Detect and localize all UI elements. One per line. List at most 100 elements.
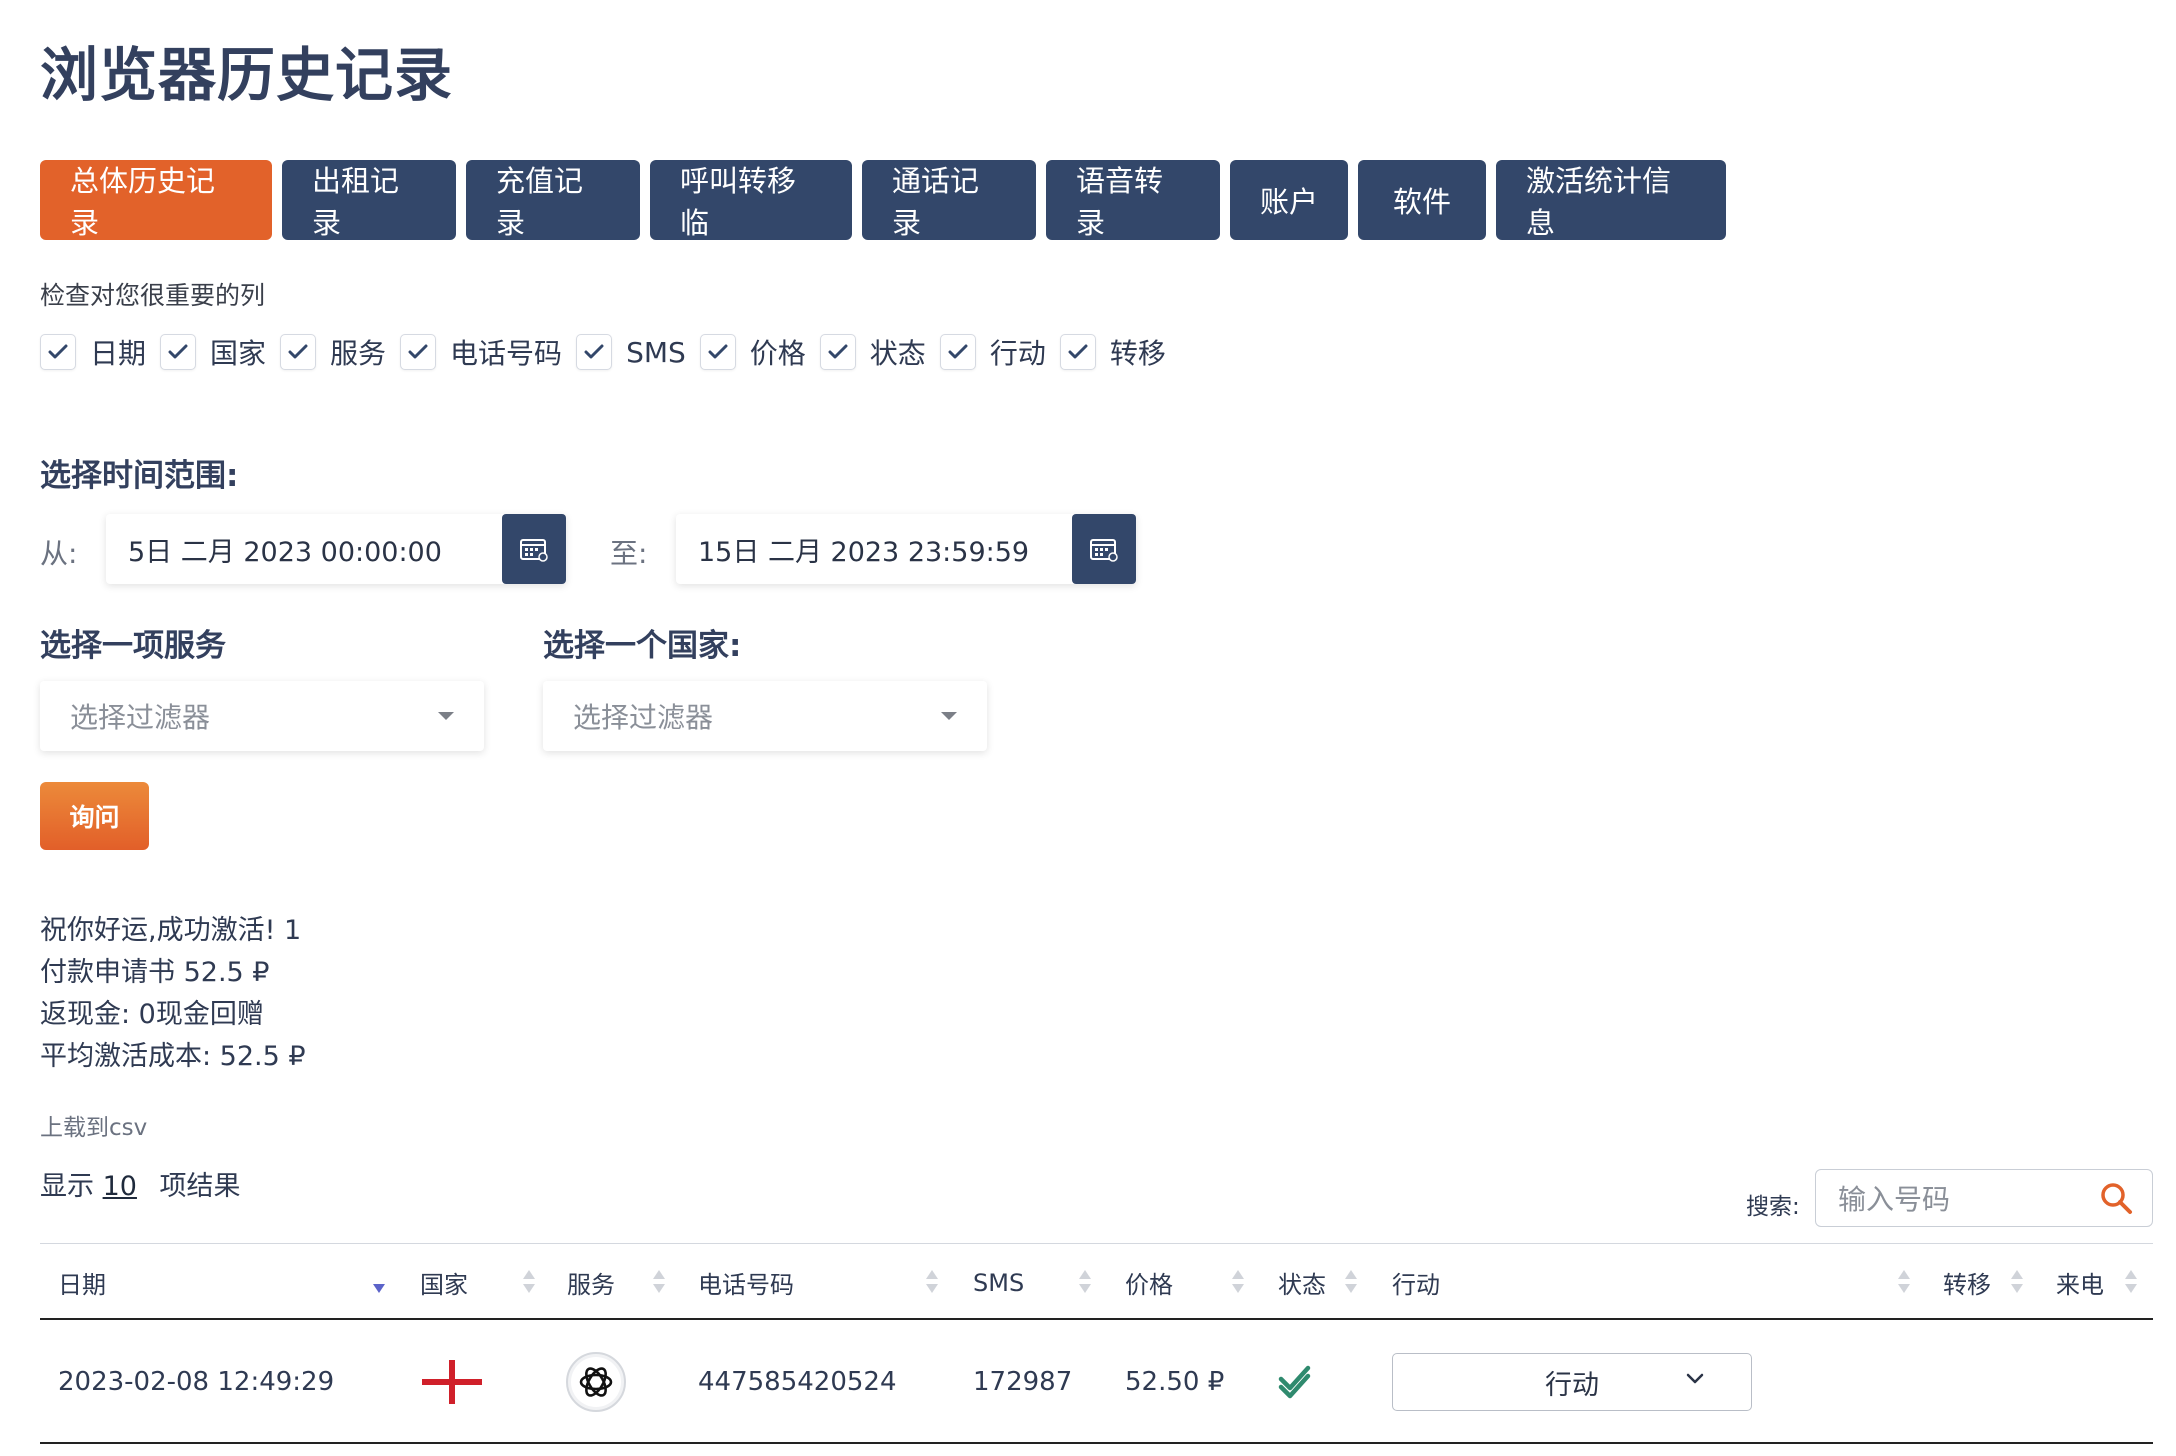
time-range-title: 选择时间范围: (40, 458, 239, 494)
check-label: SMS (626, 335, 686, 369)
tab-overall-history[interactable]: 总体历史记录 (40, 160, 272, 240)
from-label: 从: (40, 537, 78, 570)
sort-icon[interactable] (2010, 1266, 2024, 1298)
from-date-value[interactable]: 5日 二月 2023 00:00:00 (106, 530, 502, 569)
checkbox[interactable] (280, 334, 317, 370)
caret-down-icon (438, 712, 454, 720)
show-label: 显示 (40, 1171, 94, 1202)
header-country[interactable]: 国家 (420, 1244, 468, 1321)
page-size: 显示 10 项结果 (40, 1164, 241, 1203)
check-icon (168, 344, 188, 359)
column-checkboxes: 日期 国家 服务 电话号码 SMS 价格 状态 行动 转移 (40, 332, 1180, 372)
check-icon (408, 344, 428, 359)
summary-average-cost: 平均激活成本: 52.5 ₽ (40, 1041, 306, 1072)
service-select-placeholder: 选择过滤器 (70, 701, 211, 734)
sort-icon[interactable] (1231, 1266, 1245, 1298)
tab-account[interactable]: 账户 (1230, 160, 1348, 240)
tab-call-forwarding[interactable]: 呼叫转移临 (650, 160, 852, 240)
sort-desc-active-icon[interactable] (372, 1266, 386, 1298)
show-suffix: 项结果 (159, 1171, 241, 1202)
columns-note: 检查对您很重要的列 (40, 281, 266, 310)
sort-icon[interactable] (1078, 1266, 1092, 1298)
check-icon (708, 344, 728, 359)
checkbox[interactable] (576, 334, 613, 370)
summary-success: 祝你好运,成功激活! 1 (40, 915, 302, 946)
check-label: 价格 (749, 337, 806, 370)
sort-icon[interactable] (925, 1266, 939, 1298)
tab-activation-stats[interactable]: 激活统计信息 (1496, 160, 1726, 240)
table-row: 2023-02-08 12:49:29 447585420524 172987 … (40, 1320, 2153, 1444)
check-label: 日期 (90, 337, 147, 370)
red-cross-flag-icon (422, 1360, 482, 1404)
tab-voice-transcription[interactable]: 语音转录 (1046, 160, 1220, 240)
to-date-field[interactable]: 15日 二月 2023 23:59:59 (676, 514, 1136, 584)
sort-icon[interactable] (522, 1266, 536, 1298)
page-size-select[interactable]: 10 (103, 1171, 137, 1202)
search-input[interactable]: 输入号码 (1815, 1169, 2153, 1227)
check-price[interactable]: 价格 (699, 332, 806, 372)
cell-action: 行动 (1392, 1320, 1752, 1444)
checkbox[interactable] (819, 334, 856, 370)
service-select[interactable]: 选择过滤器 (40, 681, 484, 751)
checkbox[interactable] (939, 334, 976, 370)
cell-phone: 447585420524 (698, 1367, 897, 1397)
header-transfer[interactable]: 转移 (1943, 1244, 1991, 1321)
history-table: 日期 国家 服务 电话号码 SMS 价格 状态 行动 转移 来电 2023-02… (40, 1243, 2153, 1444)
table-header: 日期 国家 服务 电话号码 SMS 价格 状态 行动 转移 来电 (40, 1243, 2153, 1320)
check-transfer[interactable]: 转移 (1059, 332, 1166, 372)
check-label: 行动 (989, 337, 1046, 370)
check-sms[interactable]: SMS (576, 334, 686, 370)
caret-down-icon (941, 712, 957, 720)
check-country[interactable]: 国家 (160, 332, 266, 372)
checkbox[interactable] (1059, 334, 1096, 370)
to-date-value[interactable]: 15日 二月 2023 23:59:59 (676, 530, 1072, 569)
checkbox[interactable] (40, 334, 76, 370)
check-status[interactable]: 状态 (819, 332, 926, 372)
header-sms[interactable]: SMS (973, 1244, 1024, 1321)
check-date[interactable]: 日期 (40, 332, 146, 372)
query-button[interactable]: 询问 (40, 782, 149, 850)
cell-status (1278, 1320, 1314, 1444)
from-calendar-button[interactable] (502, 514, 566, 584)
search-icon[interactable] (2098, 1180, 2134, 1216)
check-icon (288, 344, 308, 359)
cell-price: 52.50 ₽ (1125, 1367, 1225, 1397)
summary-payment: 付款申请书 52.5 ₽ (40, 957, 270, 988)
sort-icon[interactable] (1897, 1266, 1911, 1298)
service-filter-title: 选择一项服务 (40, 628, 226, 664)
tab-rental-records[interactable]: 出租记录 (282, 160, 456, 240)
check-label: 状态 (869, 337, 926, 370)
header-phone[interactable]: 电话号码 (698, 1244, 794, 1321)
check-action[interactable]: 行动 (939, 332, 1046, 372)
tab-software[interactable]: 软件 (1358, 160, 1486, 240)
sort-icon[interactable] (2124, 1266, 2138, 1298)
sort-icon[interactable] (652, 1266, 666, 1298)
country-select-placeholder: 选择过滤器 (573, 701, 714, 734)
tab-recharge-records[interactable]: 充值记录 (466, 160, 640, 240)
cell-date: 2023-02-08 12:49:29 (58, 1367, 335, 1397)
check-label: 转移 (1109, 337, 1166, 370)
check-label: 国家 (210, 337, 267, 370)
check-label: 电话号码 (450, 337, 563, 370)
to-calendar-button[interactable] (1072, 514, 1136, 584)
header-price[interactable]: 价格 (1125, 1244, 1173, 1321)
from-date-field[interactable]: 5日 二月 2023 00:00:00 (106, 514, 566, 584)
check-phone[interactable]: 电话号码 (400, 332, 562, 372)
to-label: 至: (610, 537, 648, 570)
upload-csv-link[interactable]: 上载到csv (40, 1108, 147, 1142)
header-status[interactable]: 状态 (1278, 1244, 1326, 1321)
action-select[interactable]: 行动 (1392, 1353, 1752, 1411)
header-action[interactable]: 行动 (1392, 1244, 1440, 1321)
tab-call-records[interactable]: 通话记录 (862, 160, 1036, 240)
check-icon (948, 344, 968, 359)
header-service[interactable]: 服务 (567, 1244, 615, 1321)
checkbox[interactable] (400, 334, 437, 370)
checkbox[interactable] (160, 334, 197, 370)
country-select[interactable]: 选择过滤器 (543, 681, 987, 751)
sort-icon[interactable] (1344, 1266, 1358, 1298)
header-date[interactable]: 日期 (58, 1244, 106, 1321)
check-service[interactable]: 服务 (280, 332, 386, 372)
checkbox[interactable] (699, 334, 736, 370)
history-tabs: 总体历史记录 出租记录 充值记录 呼叫转移临 通话记录 语音转录 账户 软件 激… (40, 160, 1726, 240)
header-incoming-call[interactable]: 来电 (2056, 1244, 2104, 1321)
